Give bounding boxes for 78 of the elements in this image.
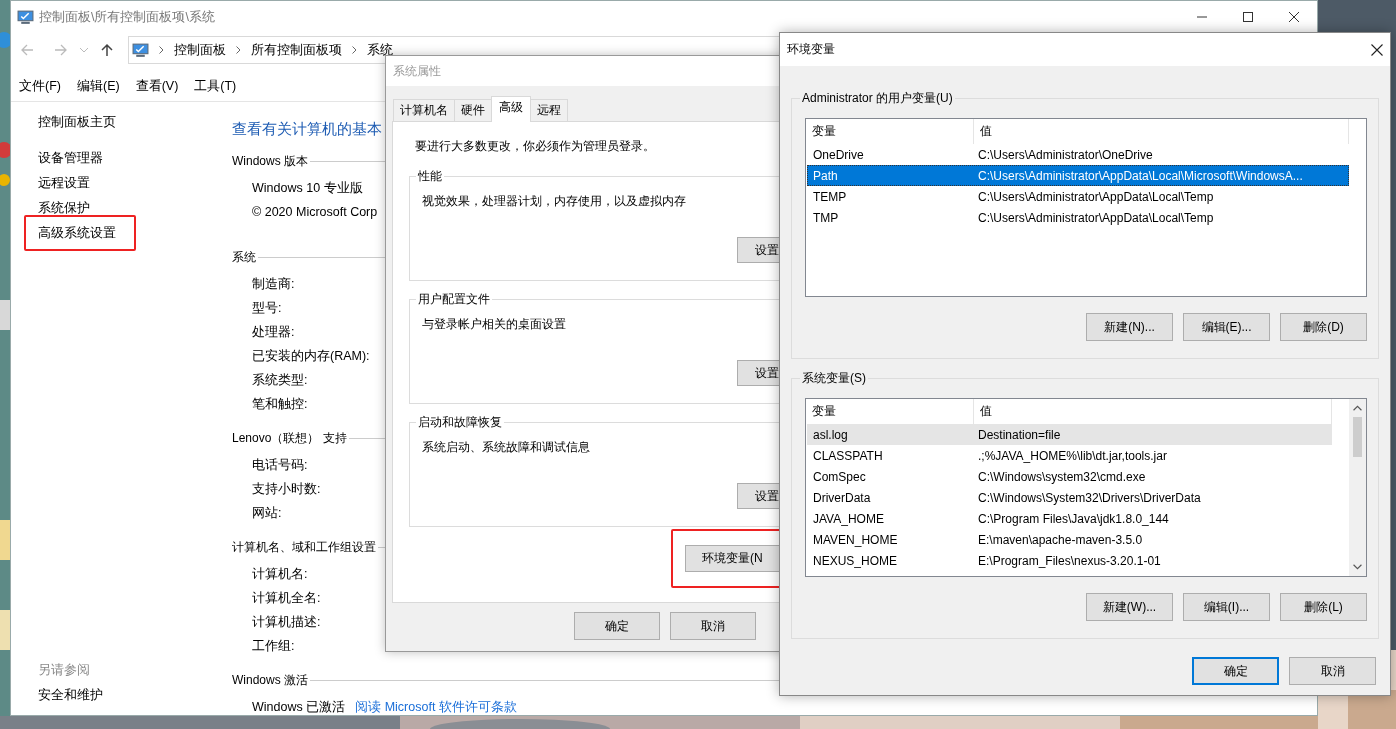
menu-item[interactable]: 查看(V) (135, 77, 179, 95)
group-description: 系统启动、系统故障和调试信息 (422, 439, 591, 455)
list-row[interactable]: JAVA_HOME C:\Program Files\Java\jdk1.8.0_144 (807, 508, 1332, 529)
sidebar-link[interactable]: 远程设置 (38, 173, 90, 193)
info-label: 型号: (252, 299, 282, 317)
info-label: Windows 已激活 (252, 698, 346, 716)
list-action-button[interactable]: 编辑(I)... (1183, 593, 1270, 621)
info-label: 笔和触控: (252, 395, 308, 413)
menu-item[interactable]: 文件(F) (19, 77, 61, 95)
info-label: 处理器: (252, 323, 295, 341)
breadcrumb-item[interactable]: 所有控制面板项 (251, 41, 342, 59)
up-arrow-icon[interactable] (100, 43, 114, 57)
list-row[interactable]: asl.log Destination=file (807, 424, 1332, 445)
list-action-button[interactable]: 新建(W)... (1086, 593, 1173, 621)
dialog-title: 系统属性 (393, 62, 441, 80)
tab[interactable]: 计算机名 (393, 99, 455, 121)
chevron-icon[interactable] (159, 46, 164, 54)
section-title: Windows 版本 (232, 152, 308, 170)
menu-item[interactable]: 工具(T) (194, 77, 237, 95)
info-label: 计算机描述: (252, 613, 321, 631)
sidebar-link[interactable]: 控制面板主页 (38, 112, 232, 132)
column-header[interactable]: 值 (974, 119, 1349, 144)
maximize-icon (1243, 12, 1253, 22)
list-action-button[interactable]: 新建(N)... (1086, 313, 1173, 341)
chevron-icon[interactable] (352, 46, 357, 54)
list-row[interactable]: CLASSPATH .;%JAVA_HOME%\lib\dt.jar,tools.jar (807, 445, 1332, 466)
monitor-icon (132, 42, 149, 58)
list-row[interactable]: TEMP C:\Users\Administrator\AppData\Local\Temp (807, 186, 1349, 207)
info-label: Windows 10 专业版 (252, 179, 363, 197)
section-title: 系统 (232, 248, 256, 266)
section-title: 计算机名、域和工作组设置 (232, 538, 376, 556)
info-label: 工作组: (252, 637, 295, 655)
page-heading: 查看有关计算机的基本 (232, 119, 382, 139)
list-row[interactable]: NEXUS_HOME E:\Program_Files\nexus-3.20.1-01 (807, 550, 1332, 571)
list-action-button[interactable]: 编辑(E)... (1183, 313, 1270, 341)
dialog-button[interactable]: 确定 (1192, 657, 1279, 685)
group-title: 系统变量(S) (800, 370, 868, 386)
list-row[interactable]: Path C:\Users\Administrator\AppData\Local\Microsoft\WindowsA... (807, 165, 1349, 186)
window-title: 控制面板\所有控制面板项\系统 (39, 8, 215, 26)
group-description: 视觉效果，处理器计划，内存使用，以及虚拟内存 (422, 193, 687, 209)
sidebar-link[interactable]: 设备管理器 (38, 148, 103, 168)
info-label: 计算机名: (252, 565, 308, 583)
section-title: Lenovo（联想） 支持 (232, 429, 347, 447)
group-title: 用户配置文件 (416, 291, 492, 307)
dialog-title: 环境变量 (787, 41, 835, 58)
sidebar-link[interactable]: 系统保护 (38, 198, 90, 218)
group-title: 性能 (416, 168, 444, 184)
section-title: Windows 激活 (232, 671, 308, 689)
tab[interactable]: 高级 (491, 96, 531, 122)
info-label: 已安装的内存(RAM): (252, 347, 370, 365)
sidebar-link[interactable]: 高级系统设置 (38, 223, 116, 243)
info-label: 系统类型: (252, 371, 308, 389)
group-title: Administrator 的用户变量(U) (800, 90, 955, 106)
close-icon (1289, 12, 1299, 22)
info-label: 计算机全名: (252, 589, 321, 607)
info-label: 支持小时数: (252, 480, 321, 498)
menu-item[interactable]: 编辑(E) (76, 77, 120, 95)
list-row[interactable]: OneDrive C:\Users\Administrator\OneDrive (807, 144, 1349, 165)
license-link[interactable]: 阅读 Microsoft 软件许可条款 (355, 698, 517, 716)
column-header[interactable]: 变量 (806, 119, 974, 144)
info-label: 制造商: (252, 275, 295, 293)
dialog-button[interactable]: 确定 (574, 612, 660, 640)
info-label: © 2020 Microsoft Corp (252, 205, 378, 219)
group-title: 启动和故障恢复 (416, 414, 504, 430)
list-row[interactable]: TMP C:\Users\Administrator\AppData\Local\Temp (807, 207, 1349, 228)
info-label: 网站: (252, 504, 282, 522)
chevron-icon[interactable] (236, 46, 241, 54)
list-row[interactable]: MAVEN_HOME E:\maven\apache-maven-3.5.0 (807, 529, 1332, 550)
monitor-icon (17, 9, 34, 25)
breadcrumb-item[interactable]: 系统 (367, 41, 393, 59)
notice-text: 要进行大多数更改，你必须作为管理员登录。 (415, 138, 656, 154)
tab[interactable]: 远程 (530, 99, 568, 121)
info-label: 电话号码: (252, 456, 308, 474)
dialog-button[interactable]: 取消 (670, 612, 756, 640)
see-also-heading: 另请参阅 (38, 662, 91, 679)
sidebar-link[interactable]: 安全和维护 (38, 685, 103, 705)
breadcrumb-item[interactable]: 控制面板 (174, 41, 226, 59)
group-description: 与登录帐户相关的桌面设置 (422, 316, 567, 332)
